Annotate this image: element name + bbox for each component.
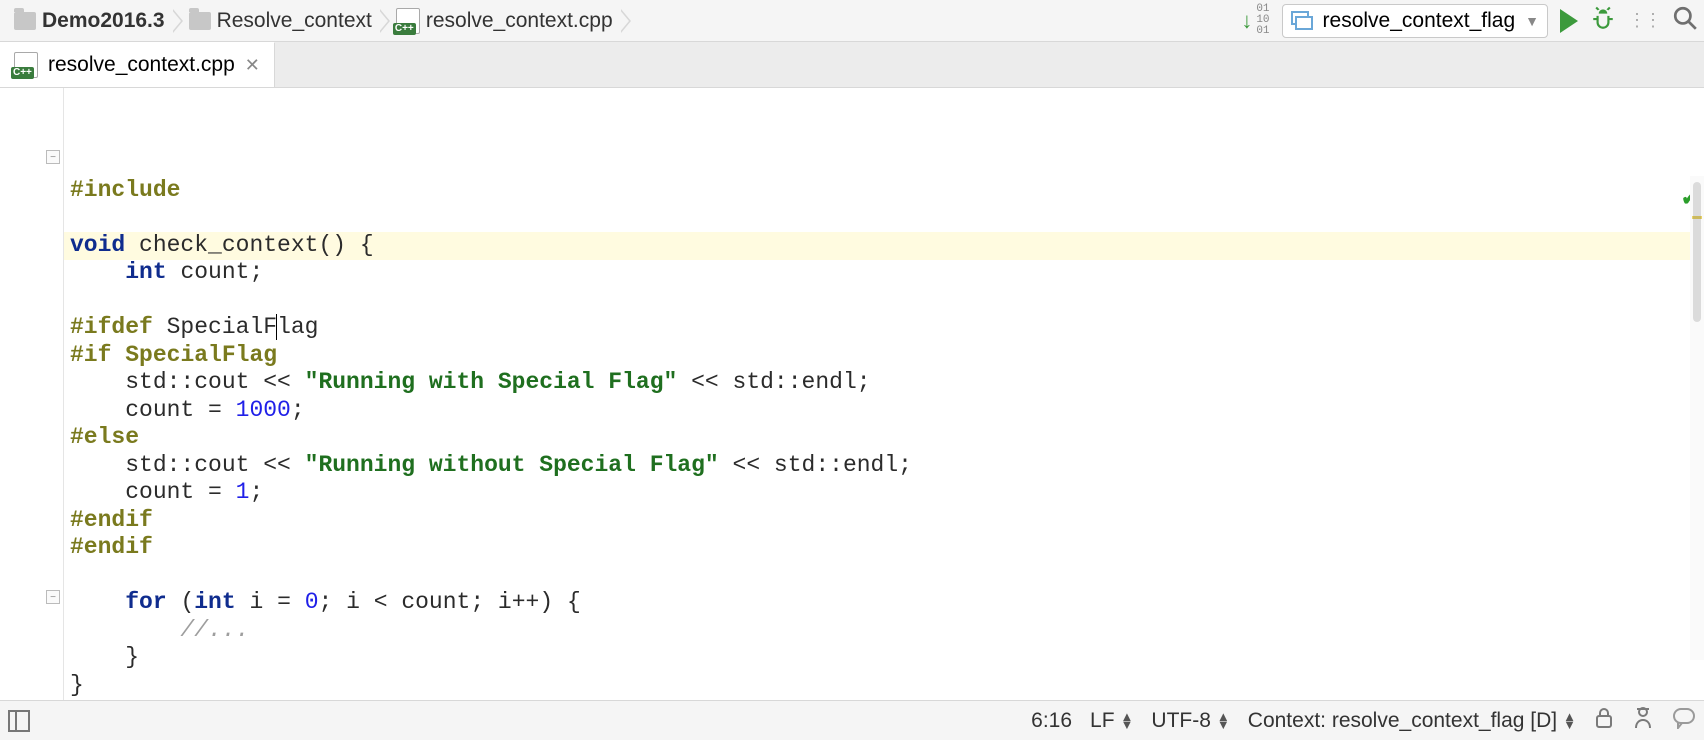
editor: − − #include void check_context() { int … bbox=[0, 88, 1704, 700]
run-configuration-selector[interactable]: resolve_context_flag ▼ bbox=[1282, 4, 1548, 38]
toolbar: Demo2016.3 Resolve_context C++ resolve_c… bbox=[0, 0, 1704, 42]
chevron-down-icon: ▼ bbox=[1525, 13, 1539, 29]
breadcrumb-project[interactable]: Demo2016.3 bbox=[10, 5, 173, 37]
fold-marker-icon[interactable]: − bbox=[46, 150, 60, 164]
folder-icon bbox=[14, 12, 36, 30]
tab-resolve-context[interactable]: C++ resolve_context.cpp ✕ bbox=[0, 42, 275, 87]
close-tab-button[interactable]: ✕ bbox=[245, 55, 260, 76]
toolbar-actions: ↓011001 resolve_context_flag ▼ ⋮⋮ bbox=[1241, 4, 1698, 38]
cpp-file-icon: C++ bbox=[14, 52, 38, 78]
chevron-right-icon bbox=[173, 9, 185, 33]
search-button[interactable] bbox=[1672, 5, 1698, 36]
run-config-label: resolve_context_flag bbox=[1323, 9, 1516, 33]
breadcrumb-file[interactable]: C++ resolve_context.cpp bbox=[392, 4, 621, 38]
run-button[interactable] bbox=[1560, 9, 1578, 33]
breadcrumbs: Demo2016.3 Resolve_context C++ resolve_c… bbox=[10, 4, 1241, 38]
folder-icon bbox=[189, 12, 211, 30]
fold-marker-icon[interactable]: − bbox=[46, 590, 60, 604]
breadcrumb-file-label: resolve_context.cpp bbox=[426, 9, 613, 33]
tab-label: resolve_context.cpp bbox=[48, 53, 235, 77]
breadcrumb-folder[interactable]: Resolve_context bbox=[185, 5, 380, 37]
stacked-windows-icon bbox=[1291, 11, 1313, 31]
tool-window-toggle-icon[interactable] bbox=[8, 710, 30, 732]
chevron-right-icon bbox=[621, 9, 633, 33]
editor-tabs: C++ resolve_context.cpp ✕ bbox=[0, 42, 1704, 88]
download-binary-icon[interactable]: ↓011001 bbox=[1241, 4, 1269, 37]
cpp-file-icon: C++ bbox=[396, 8, 420, 34]
breadcrumb-folder-label: Resolve_context bbox=[217, 9, 372, 33]
gutter[interactable]: − − bbox=[0, 88, 64, 700]
more-dots-icon: ⋮⋮ bbox=[1628, 10, 1660, 31]
code-area[interactable]: #include void check_context() { int coun… bbox=[64, 88, 1704, 700]
breadcrumb-project-label: Demo2016.3 bbox=[42, 9, 165, 33]
chevron-right-icon bbox=[380, 9, 392, 33]
debug-button[interactable] bbox=[1590, 5, 1616, 36]
